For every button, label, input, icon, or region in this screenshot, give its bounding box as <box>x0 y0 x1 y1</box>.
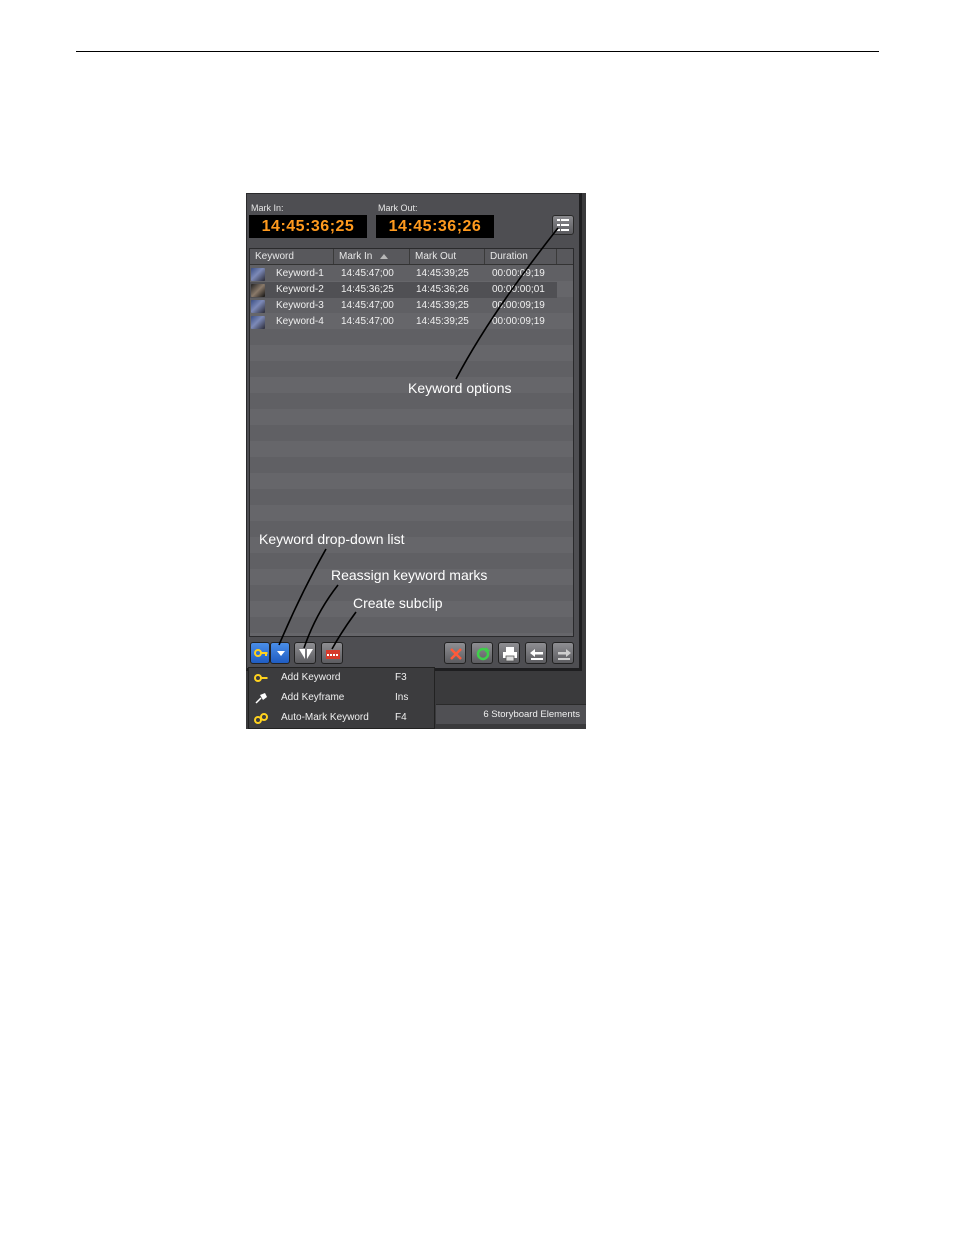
column-header-mark-in[interactable]: Mark In <box>334 249 410 264</box>
delete-button[interactable] <box>444 642 466 664</box>
mark-out-timecode: 14:45:36;26 <box>376 215 494 238</box>
create-subclip-button[interactable] <box>321 642 343 664</box>
key-icon <box>254 674 268 682</box>
annotation-create-subclip: Create subclip <box>353 595 443 611</box>
mark-in-timecode: 14:45:36;25 <box>249 215 367 238</box>
row-mark-out: 14:45:39;25 <box>416 268 469 279</box>
row-keyword: Keyword-1 <box>276 268 324 279</box>
row-mark-out: 14:45:39;25 <box>416 300 469 311</box>
column-header-keyword[interactable]: Keyword <box>250 249 334 264</box>
keyword-options-button[interactable] <box>552 215 574 235</box>
mark-in-label: Mark In: <box>251 203 284 213</box>
column-header-mark-in-label: Mark In <box>339 251 373 262</box>
reassign-marks-icon <box>299 649 313 659</box>
list-options-icon <box>557 219 569 231</box>
mark-out-label: Mark Out: <box>378 203 418 213</box>
menu-item-add-keyword[interactable]: Add Keyword F3 <box>249 668 434 688</box>
row-mark-in: 14:45:47;00 <box>341 316 394 327</box>
clip-thumbnail-icon <box>251 316 265 329</box>
arrow-left-return-icon <box>530 649 543 660</box>
close-icon <box>450 648 462 660</box>
row-keyword: Keyword-3 <box>276 300 324 311</box>
page-top-rule <box>76 51 879 52</box>
menu-item-add-keyframe[interactable]: Add Keyframe Ins <box>249 688 434 708</box>
annotation-keyword-dropdown: Keyword drop-down list <box>259 531 405 547</box>
clip-thumbnail-icon <box>251 300 265 313</box>
table-row[interactable]: Keyword-4 14:45:47;00 14:45:39;25 00:00:… <box>250 314 573 330</box>
menu-item-shortcut: Ins <box>395 692 409 703</box>
row-mark-out: 14:45:36;26 <box>416 284 469 295</box>
menu-item-label: Add Keyframe <box>281 692 345 703</box>
row-keyword: Keyword-4 <box>276 316 324 327</box>
keyword-panel-screenshot: Mark In: 14:45:36;25 Mark Out: 14:45:36;… <box>246 193 586 729</box>
table-row[interactable]: Keyword-1 14:45:47;00 14:45:39;25 00:00:… <box>250 266 573 282</box>
table-row-selected[interactable]: Keyword-2 14:45:36;25 14:45:36;26 00:00:… <box>250 282 557 298</box>
row-duration: 00:00:09;19 <box>492 268 545 279</box>
annotation-reassign-marks: Reassign keyword marks <box>331 567 488 583</box>
table-row[interactable]: Keyword-3 14:45:47;00 14:45:39;25 00:00:… <box>250 298 573 314</box>
row-mark-in: 14:45:47;00 <box>341 268 394 279</box>
film-clip-icon <box>326 650 340 659</box>
pin-icon <box>255 693 267 704</box>
menu-item-shortcut: F3 <box>395 672 407 683</box>
row-mark-in: 14:45:36;25 <box>341 284 394 295</box>
sort-ascending-icon <box>380 253 389 259</box>
printer-icon <box>503 647 517 662</box>
annotation-keyword-options: Keyword options <box>408 380 512 396</box>
keyword-dropdown-button[interactable] <box>270 642 290 664</box>
menu-item-label: Auto-Mark Keyword <box>281 712 369 723</box>
row-mark-out: 14:45:39;25 <box>416 316 469 327</box>
refresh-button[interactable] <box>471 642 493 664</box>
arrow-right-export-icon <box>558 649 571 660</box>
menu-item-shortcut: F4 <box>395 712 407 723</box>
clip-thumbnail-icon <box>251 284 265 297</box>
reassign-keyword-marks-button[interactable] <box>294 642 316 664</box>
list-header: Keyword Mark In Mark Out Duration <box>250 249 573 265</box>
row-duration: 00:00:00;01 <box>492 284 545 295</box>
export-button[interactable] <box>552 642 574 664</box>
refresh-icon <box>476 647 490 661</box>
storyboard-status-bar: 6 Storyboard Elements <box>436 704 586 724</box>
chevron-down-icon <box>277 651 285 656</box>
keyword-dropdown-menu: Add Keyword F3 Add Keyframe Ins Auto-Mar… <box>248 667 435 729</box>
auto-mark-icon <box>254 713 268 724</box>
row-duration: 00:00:09;19 <box>492 316 545 327</box>
print-button[interactable] <box>498 642 520 664</box>
clip-thumbnail-icon <box>251 268 265 281</box>
row-mark-in: 14:45:47;00 <box>341 300 394 311</box>
menu-item-label: Add Keyword <box>281 672 341 683</box>
column-header-mark-out[interactable]: Mark Out <box>410 249 485 264</box>
import-button[interactable] <box>525 642 547 664</box>
column-header-duration[interactable]: Duration <box>485 249 557 264</box>
menu-item-auto-mark-keyword[interactable]: Auto-Mark Keyword F4 <box>249 708 434 728</box>
row-keyword: Keyword-2 <box>276 284 324 295</box>
key-icon <box>254 649 268 657</box>
row-duration: 00:00:09;19 <box>492 300 545 311</box>
keyword-button[interactable] <box>250 642 270 664</box>
